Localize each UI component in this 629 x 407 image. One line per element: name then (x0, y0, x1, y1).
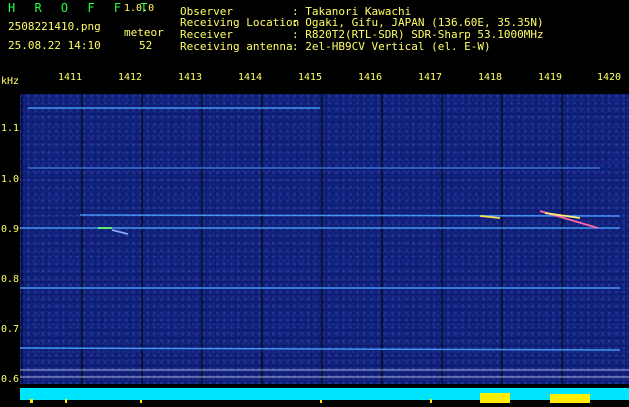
minute-tick: 1419 (538, 72, 563, 83)
signal-level-peaks (30, 393, 590, 403)
level-peak (550, 394, 590, 403)
freq-tick: 0.7 (1, 324, 20, 335)
minute-tick: 1416 (358, 72, 383, 83)
minute-tick: 1417 (418, 72, 443, 83)
filename-label: 2508221410.png (8, 20, 101, 33)
level-peak (480, 393, 510, 403)
level-peak (140, 400, 142, 403)
spectrogram-traces (19, 94, 629, 384)
location-value: : Ogaki, Gifu, JAPAN (136.60E, 35.35N) (292, 16, 544, 29)
minute-tick: 1418 (478, 72, 503, 83)
freq-tick: 1.0 (1, 174, 20, 185)
carrier-trace (19, 347, 621, 351)
minute-tick: 1412 (118, 72, 143, 83)
minute-tick: 1415 (298, 72, 323, 83)
minute-tick: 1420 (597, 72, 622, 83)
level-peak (320, 400, 322, 403)
receiver-value: : R820T2(RTL-SDR) SDR-Sharp 53.1000MHz (292, 28, 544, 41)
signal-level-bar (20, 388, 629, 403)
meteor-echo (111, 229, 129, 235)
meteor-count: 52 (139, 39, 153, 52)
freq-tick: 1.1 (1, 123, 20, 134)
minute-tick: 1414 (238, 72, 263, 83)
freq-tick: 0.6 (1, 374, 20, 385)
antenna-value: : 2el-HB9CV Vertical (el. E-W) (292, 40, 491, 53)
minute-tick: 1413 (178, 72, 203, 83)
meteor-label: meteor (124, 26, 164, 39)
khz-unit-label: kHz (1, 76, 20, 87)
freq-tick: 0.8 (1, 274, 20, 285)
spectrogram-plot (19, 94, 629, 384)
location-label: Receiving Location (180, 16, 300, 29)
header: H R O F F T 1.0.0 2508221410.png 25.08.2… (0, 0, 629, 68)
minute-tick: 1411 (58, 72, 83, 83)
datetime-label: 25.08.22 14:10 (8, 39, 101, 52)
antenna-label: Receiving antenna (180, 40, 293, 53)
carrier-trace (79, 214, 621, 217)
receiver-label: Receiver (180, 28, 233, 41)
freq-tick: 0.9 (1, 224, 20, 235)
version-label: 1.0.0 (124, 3, 155, 14)
